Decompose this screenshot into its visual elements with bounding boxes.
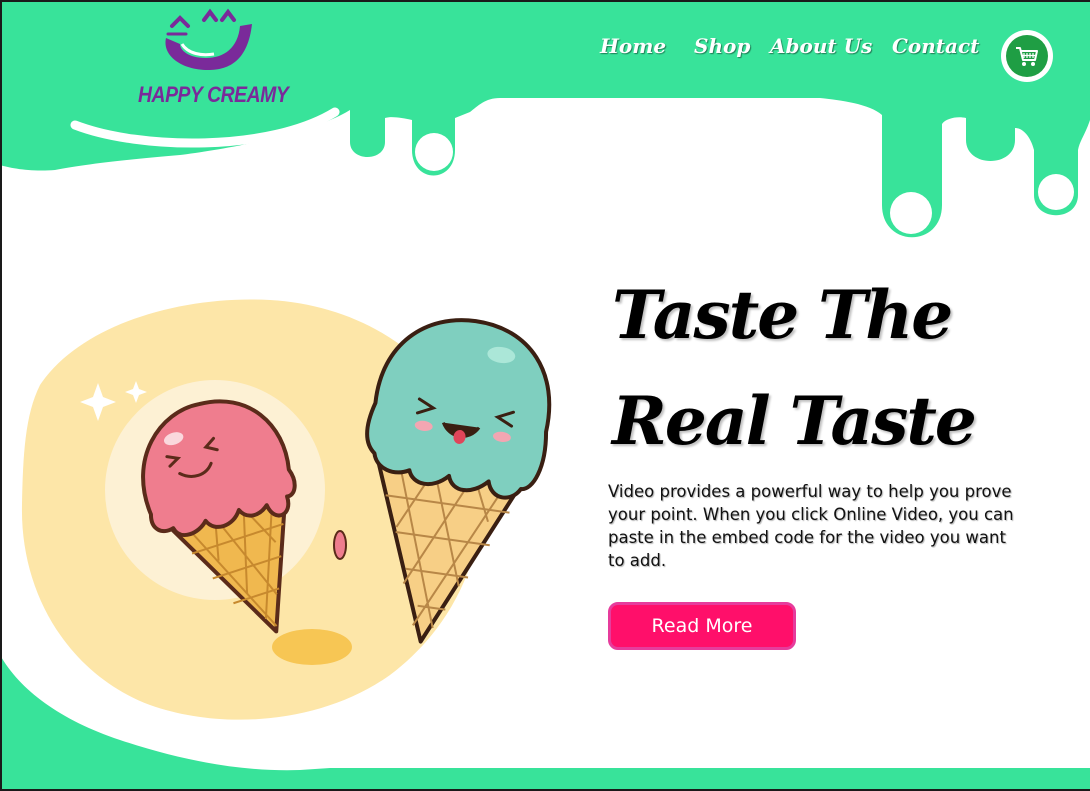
- cart-button-circle: [1006, 35, 1048, 77]
- cart-button[interactable]: [1001, 30, 1053, 82]
- hero-description: Video provides a powerful way to help yo…: [608, 482, 1014, 570]
- hero-headline-line-1: Taste The: [612, 276, 953, 354]
- nav-link-contact[interactable]: Contact: [892, 34, 979, 58]
- hero-headline: Taste The Real Taste: [612, 262, 977, 474]
- hero-headline-line-2: Real Taste: [612, 382, 977, 460]
- read-more-button[interactable]: Read More: [608, 602, 796, 650]
- happy-face-logo-icon: [165, 8, 252, 70]
- nav-link-home[interactable]: Home: [600, 34, 666, 58]
- nav-link-about-us[interactable]: About Us: [770, 34, 872, 58]
- brand-name: HAPPY CREAMY: [138, 82, 289, 107]
- nav-link-shop[interactable]: Shop: [694, 34, 750, 58]
- brand-logo[interactable]: HAPPY CREAMY: [130, 4, 290, 114]
- shopping-cart-icon: [1016, 47, 1038, 66]
- ice-cream-cones-illustration: [21, 299, 552, 720]
